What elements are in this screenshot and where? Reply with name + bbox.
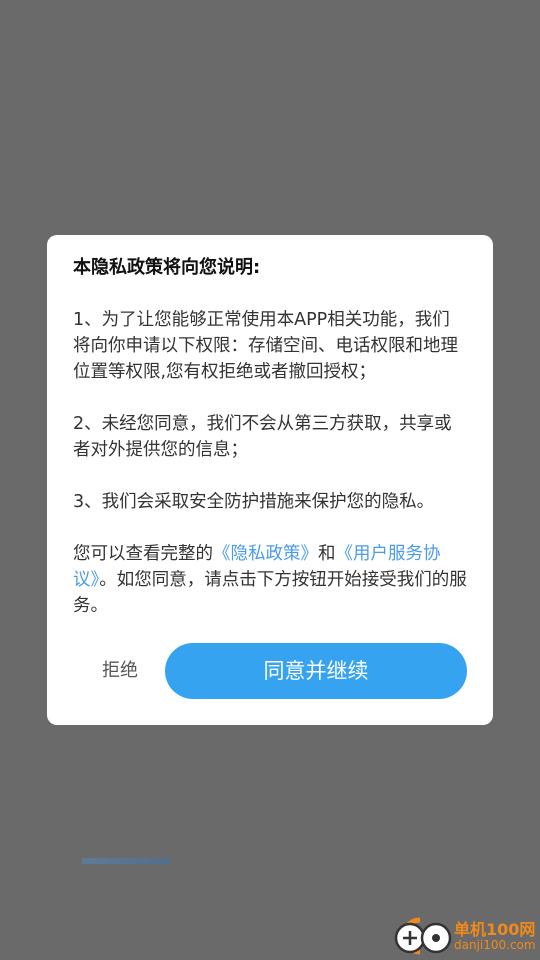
privacy-policy-link[interactable]: 《隐私政策》 bbox=[213, 544, 318, 564]
third-party-notice-paragraph: 2、未经您同意，我们不会从第三方获取，共享或者对外提供您的信息； bbox=[73, 414, 452, 460]
agree-and-continue-button[interactable]: 同意并继续 bbox=[165, 643, 467, 699]
privacy-policy-dialog: 本隐私政策将向您说明: 1、为了让您能够正常使用本APP相关功能，我们将向你申请… bbox=[47, 235, 493, 725]
site-watermark: 单机100网 danji100.com bbox=[390, 912, 540, 960]
dialog-title: 本隐私政策将向您说明: bbox=[73, 257, 261, 278]
consent-text-and: 和 bbox=[318, 544, 336, 564]
watermark-domain: danji100.com bbox=[454, 938, 536, 952]
decline-button[interactable]: 拒绝 bbox=[87, 643, 153, 699]
consent-text-suffix: 。如您同意，请点击下方按钮开始接受我们的服务。 bbox=[73, 570, 467, 616]
permission-notice-paragraph: 1、为了让您能够正常使用本APP相关功能，我们将向你申请以下权限：存储空间、电话… bbox=[73, 310, 458, 382]
background-content-fragment bbox=[82, 858, 170, 864]
security-notice-paragraph: 3、我们会采取安全防护措施来保护您的隐私。 bbox=[73, 492, 435, 512]
consent-text-prefix: 您可以查看完整的 bbox=[73, 544, 213, 564]
watermark-site-name: 单机100网 bbox=[454, 920, 536, 939]
consent-paragraph: 您可以查看完整的《隐私政策》和《用户服务协议》。如您同意，请点击下方按钮开始接受… bbox=[73, 541, 467, 619]
dialog-actions: 拒绝 同意并继续 bbox=[47, 643, 493, 699]
watermark-logo-icon bbox=[394, 917, 452, 955]
